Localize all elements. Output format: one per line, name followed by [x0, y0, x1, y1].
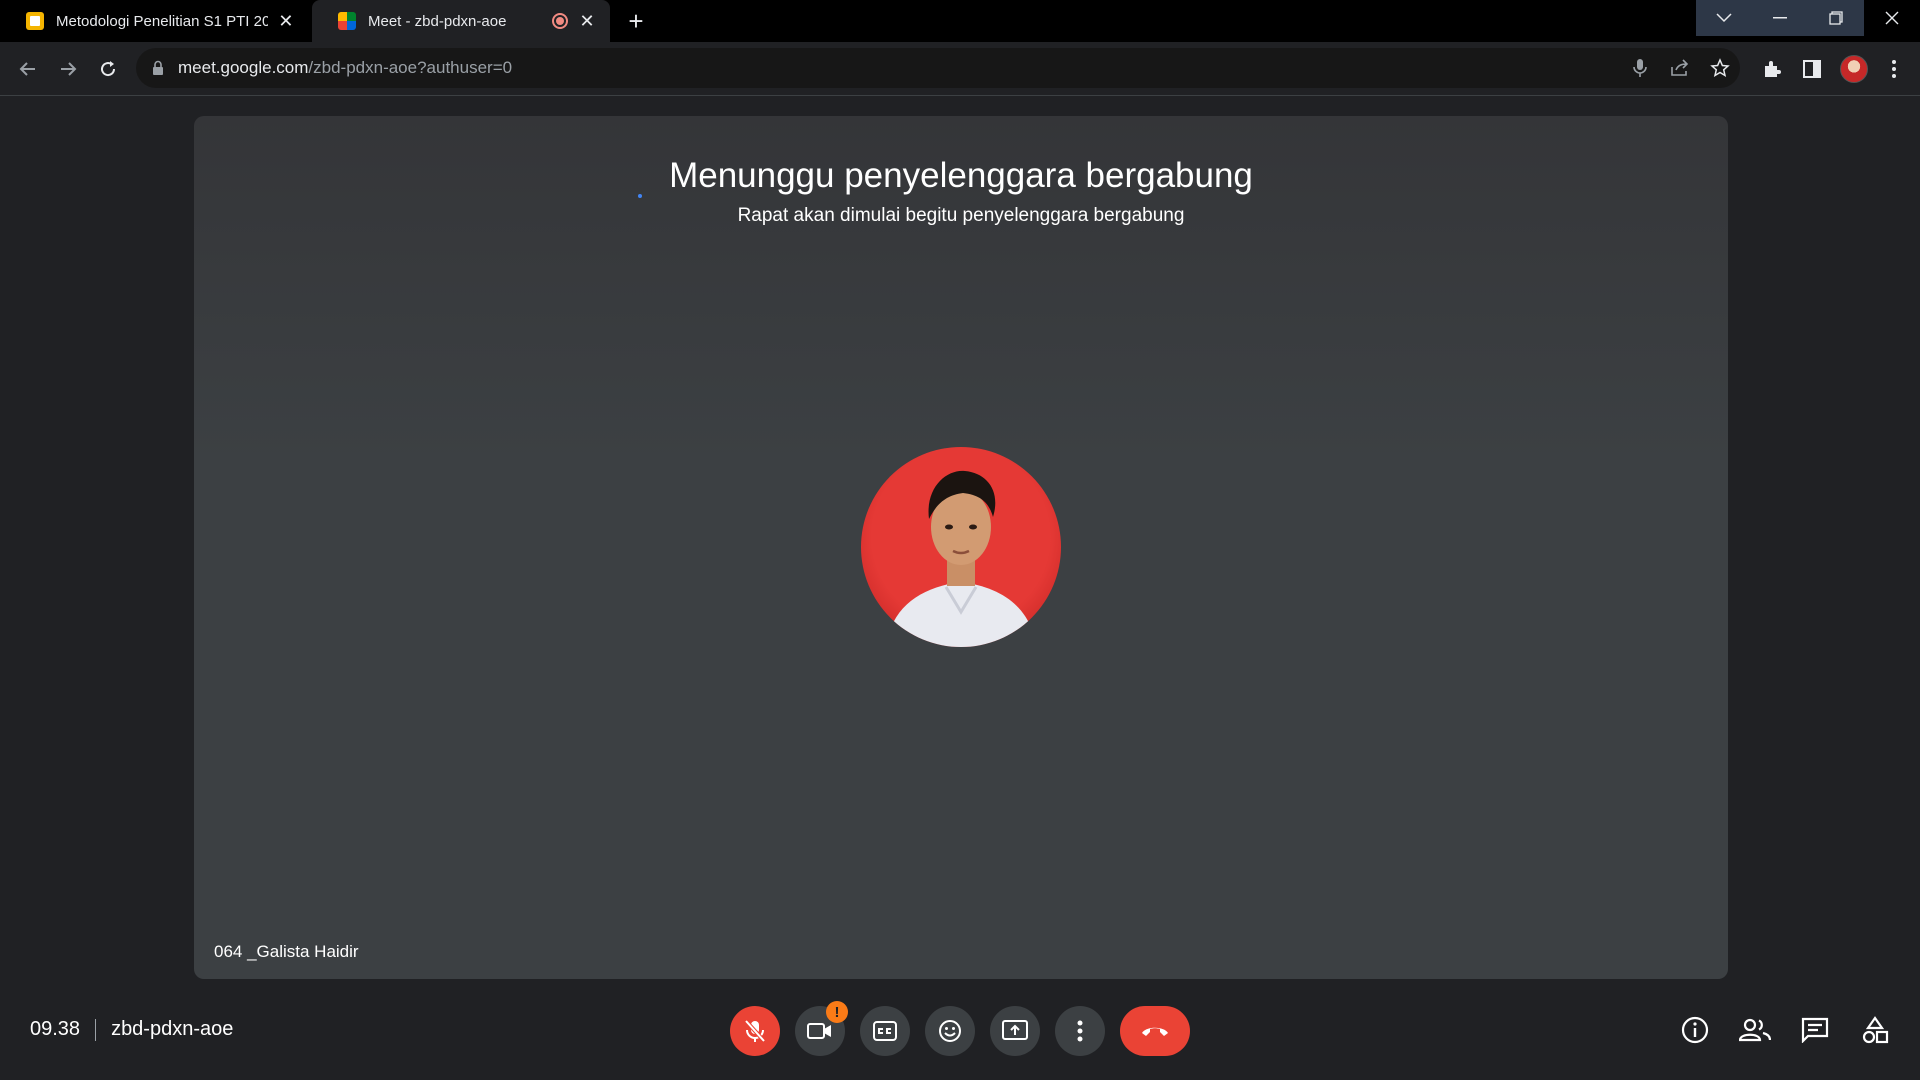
person-photo-icon — [886, 470, 1036, 647]
participant-name: 064 _Galista Haidir — [214, 942, 359, 961]
microphone-toggle-button[interactable] — [730, 1006, 780, 1056]
tab-meet[interactable]: Meet - zbd-pdxn-aoe ✕ — [312, 0, 610, 42]
present-screen-button[interactable] — [990, 1006, 1040, 1056]
side-panel-icon[interactable] — [1798, 55, 1826, 83]
tab-strip: Metodologi Penelitian S1 PTI 2022 ✕ Meet… — [0, 0, 1920, 42]
google-meet-icon — [338, 12, 356, 30]
waiting-subtitle: Rapat akan dimulai begitu penyelenggara … — [737, 205, 1185, 226]
info-icon — [1681, 1016, 1709, 1044]
arrow-left-icon — [19, 62, 35, 76]
minimize-button[interactable] — [1752, 0, 1808, 36]
close-icon[interactable]: ✕ — [276, 10, 296, 32]
star-icon[interactable] — [1708, 56, 1732, 80]
participant-avatar — [861, 447, 1061, 647]
restore-button[interactable] — [1808, 0, 1864, 36]
close-window-button[interactable] — [1864, 0, 1920, 36]
browser-window: Metodologi Penelitian S1 PTI 2022 ✕ Meet… — [0, 0, 1920, 1080]
call-end-icon — [1142, 1027, 1168, 1036]
browser-toolbar: meet.google.com/zbd-pdxn-aoe?authuser=0 — [0, 42, 1920, 96]
url-text[interactable]: meet.google.com/zbd-pdxn-aoe?authuser=0 — [178, 58, 512, 78]
meeting-code: zbd-pdxn-aoe — [111, 1018, 234, 1040]
tab-title: Meet - zbd-pdxn-aoe — [368, 12, 507, 30]
meeting-details: 09.38 zbd-pdxn-aoe — [30, 1018, 233, 1041]
emoji-icon — [939, 1020, 961, 1042]
videocam-icon — [807, 1023, 831, 1039]
more-vert-icon[interactable] — [1880, 55, 1908, 83]
more-vert-icon — [1077, 1020, 1083, 1042]
back-button[interactable] — [14, 55, 42, 83]
leave-call-button[interactable] — [1120, 1006, 1190, 1056]
tab-classroom[interactable]: Metodologi Penelitian S1 PTI 2022 ✕ — [0, 0, 308, 42]
extensions-icon[interactable] — [1758, 55, 1786, 83]
shapes-icon — [1862, 1016, 1889, 1044]
lock-icon — [153, 60, 163, 75]
more-options-button[interactable] — [1055, 1006, 1105, 1056]
tab-search-button[interactable] — [1696, 0, 1752, 36]
forward-button[interactable] — [54, 55, 82, 83]
closed-caption-icon — [873, 1021, 897, 1041]
recording-icon — [552, 13, 568, 29]
activities-button[interactable] — [1859, 1014, 1891, 1046]
window-controls — [1696, 0, 1920, 36]
meeting-controls-bar: 09.38 zbd-pdxn-aoe ! — [0, 980, 1920, 1080]
people-icon — [1739, 1018, 1771, 1042]
profile-avatar[interactable] — [1840, 55, 1868, 83]
microphone-icon[interactable] — [1628, 56, 1652, 80]
chat-button[interactable] — [1799, 1014, 1831, 1046]
warning-badge: ! — [826, 1001, 848, 1023]
reload-button[interactable] — [94, 55, 122, 83]
mic-off-icon — [744, 1019, 766, 1043]
close-icon[interactable]: ✕ — [576, 10, 598, 32]
arrow-right-icon — [61, 62, 77, 76]
google-classroom-icon — [26, 12, 44, 30]
address-bar[interactable]: meet.google.com/zbd-pdxn-aoe?authuser=0 — [136, 48, 1740, 88]
divider — [95, 1018, 97, 1041]
meeting-stage: Menunggu penyelenggara bergabung Rapat a… — [194, 116, 1728, 979]
meeting-details-button[interactable] — [1679, 1014, 1711, 1046]
share-icon[interactable] — [1668, 56, 1692, 80]
meeting-time: 09.38 — [30, 1018, 81, 1040]
present-to-all-icon — [1002, 1020, 1028, 1040]
reload-icon — [101, 61, 116, 77]
new-tab-button[interactable]: + — [622, 8, 650, 36]
captions-button[interactable] — [860, 1006, 910, 1056]
people-button[interactable] — [1739, 1014, 1771, 1046]
reactions-button[interactable] — [925, 1006, 975, 1056]
tab-title: Metodologi Penelitian S1 PTI 2022 — [56, 12, 268, 30]
waiting-title: Menunggu penyelenggara bergabung — [669, 156, 1253, 195]
chat-icon — [1801, 1017, 1829, 1043]
camera-toggle-button[interactable]: ! — [795, 1001, 848, 1056]
